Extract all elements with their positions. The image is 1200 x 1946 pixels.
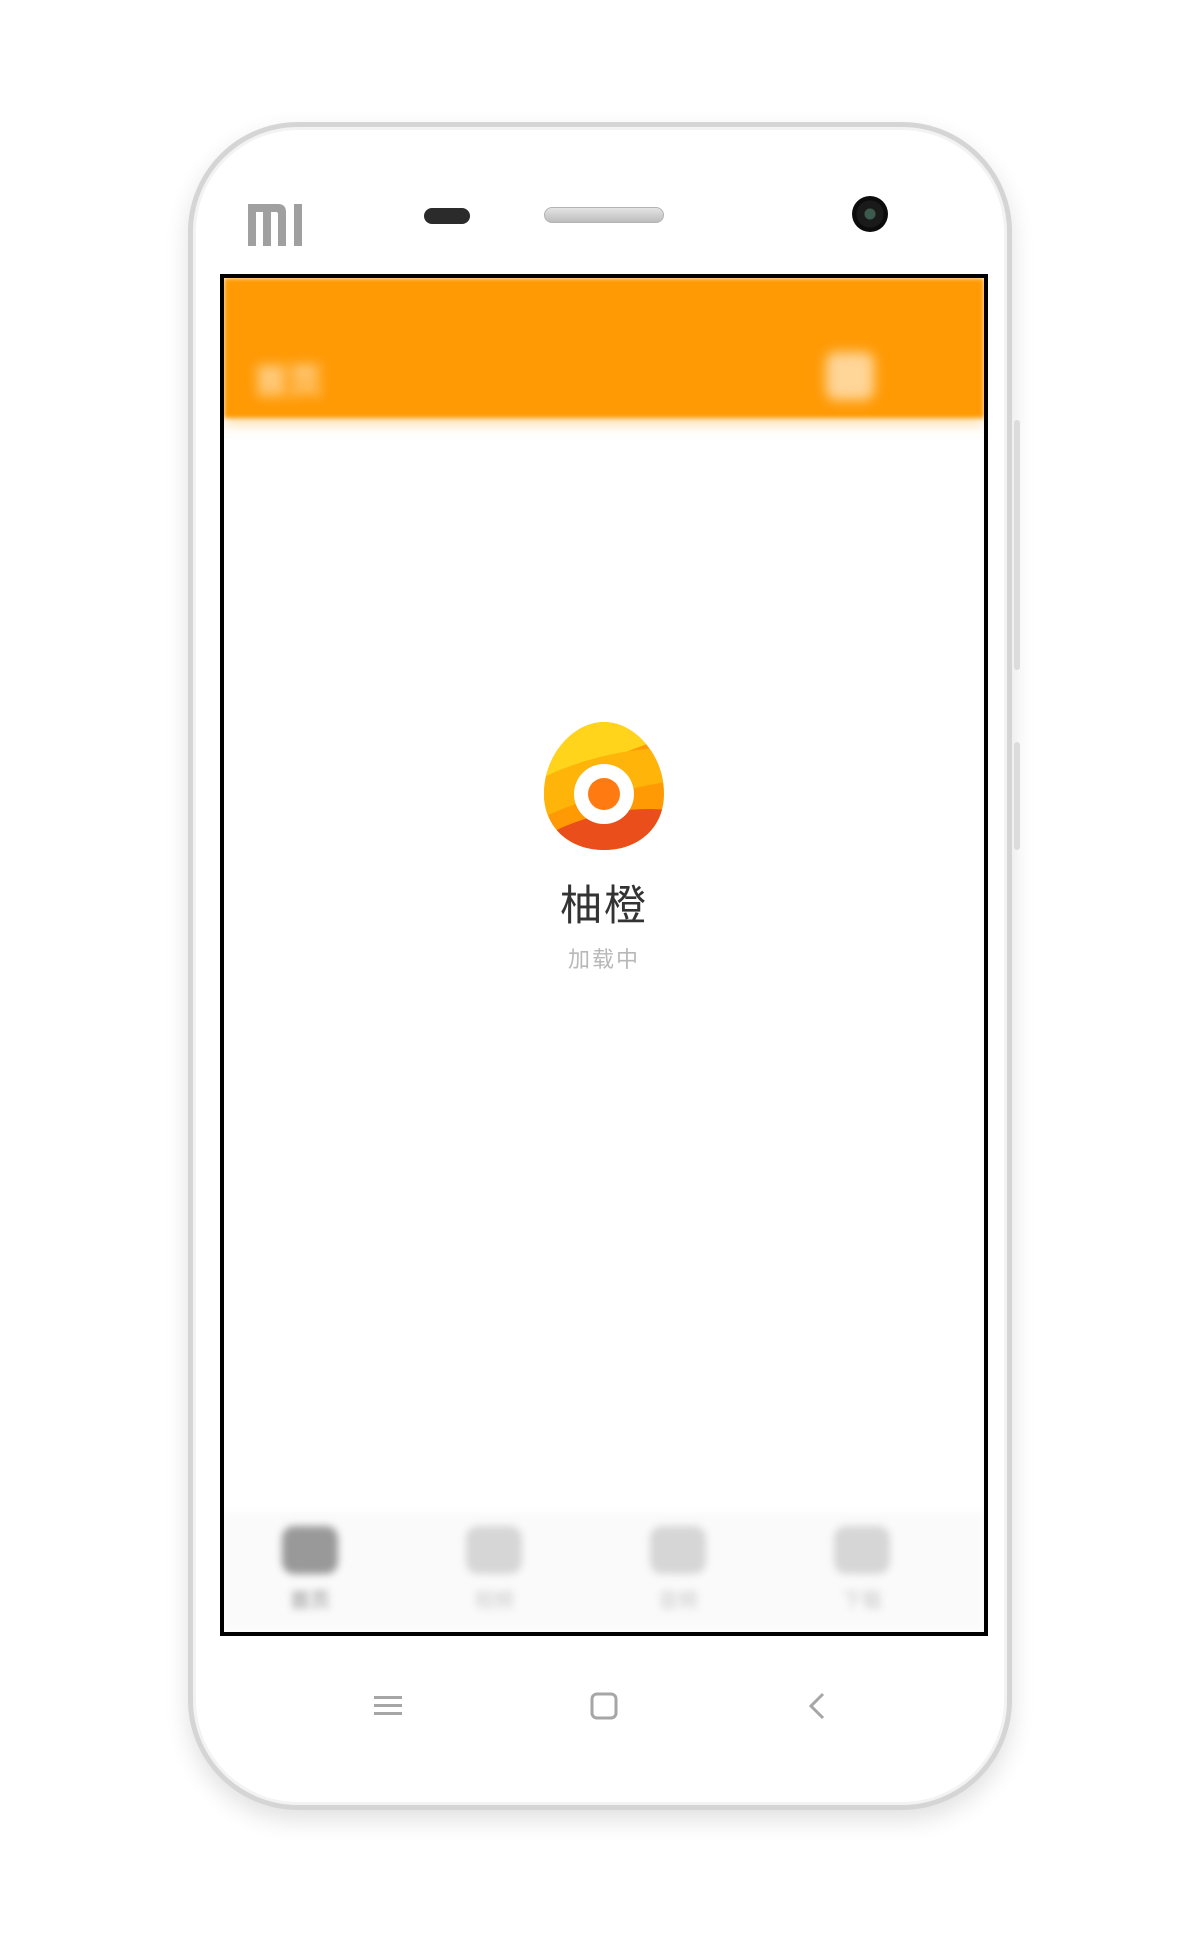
loading-status: 加载中 — [567, 948, 640, 973]
calendar-icon[interactable] — [826, 352, 874, 400]
tab-label: 下载 — [842, 1588, 882, 1612]
tab-home[interactable]: 首页 — [250, 1526, 370, 1626]
power-button — [1014, 742, 1020, 850]
home-square-icon[interactable] — [584, 1686, 624, 1726]
home-icon — [282, 1526, 338, 1574]
mi-logo — [248, 204, 302, 246]
screen: 首页 柚橙 加载中 首页 视频 音频 下载 — [220, 274, 988, 1636]
canvas: 首页 柚橙 加载中 首页 视频 音频 下载 — [0, 0, 1200, 1946]
headphones-icon — [650, 1526, 706, 1574]
proximity-sensor — [424, 208, 470, 224]
app-name: 柚橙 — [559, 881, 648, 930]
tab-download[interactable]: 下载 — [802, 1526, 922, 1626]
earpiece-speaker — [544, 207, 664, 223]
tab-video[interactable]: 视频 — [434, 1526, 554, 1626]
cloud-download-icon — [834, 1526, 890, 1574]
tab-label: 音频 — [658, 1588, 698, 1612]
play-icon — [466, 1526, 522, 1574]
volume-button — [1014, 420, 1020, 670]
chevron-left-icon[interactable] — [798, 1686, 838, 1726]
app-logo-icon — [544, 722, 664, 850]
tab-audio[interactable]: 音频 — [618, 1526, 738, 1626]
bottom-tab-bar: 首页 视频 音频 下载 — [224, 1512, 984, 1632]
tab-label: 首页 — [290, 1588, 330, 1612]
tab-label: 视频 — [474, 1588, 514, 1612]
app-bar-title[interactable]: 首页 — [254, 354, 322, 403]
front-camera — [852, 196, 888, 232]
menu-icon[interactable] — [368, 1686, 408, 1726]
